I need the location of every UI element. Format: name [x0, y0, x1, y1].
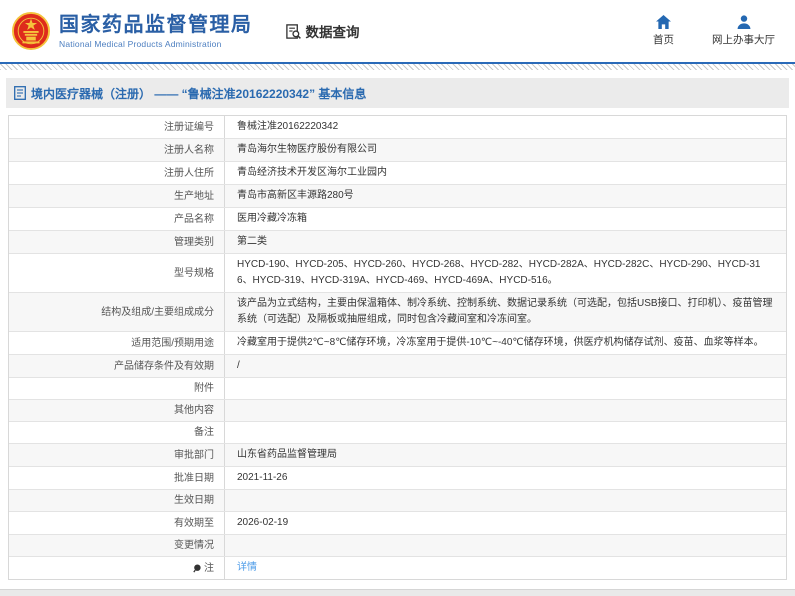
row-value: 医用冷藏冷冻箱 — [237, 213, 307, 224]
row-label: 备注 — [9, 422, 225, 443]
row-value: 第二类 — [237, 236, 267, 247]
national-emblem-icon — [12, 12, 50, 50]
site-subtitle: National Medical Products Administration — [59, 39, 222, 49]
row-label: 其他内容 — [9, 400, 225, 421]
table-row: 管理类别 第二类 — [9, 230, 786, 253]
row-value — [225, 408, 786, 414]
table-row: 注册证编号 鲁械注准20162220342 — [9, 116, 786, 138]
footer-strip — [0, 589, 795, 596]
row-label: 注册证编号 — [9, 116, 225, 138]
row-value: 冷藏室用于提供2℃~8℃储存环境，冷冻室用于提供-10℃~-40℃储存环境，供医… — [237, 337, 764, 348]
page-title: 境内医疗器械（注册） —— “鲁械注准20162220342” 基本信息 — [31, 86, 367, 101]
row-value: / — [237, 360, 240, 371]
table-row: 注册人住所 青岛经济技术开发区海尔工业园内 — [9, 161, 786, 184]
row-value — [225, 543, 786, 549]
home-label: 首页 — [653, 34, 674, 46]
row-value — [225, 386, 786, 392]
person-icon — [737, 15, 750, 29]
registration-info-table: 注册证编号 鲁械注准20162220342 注册人名称 青岛海尔生物医疗股份有限… — [8, 115, 787, 580]
details-link[interactable]: 详情 — [237, 562, 257, 573]
nav-data-query[interactable]: 数据查询 — [285, 21, 360, 41]
site-title: 国家药品监督管理局 — [59, 14, 253, 36]
table-row-note: 注 详情 — [9, 556, 786, 579]
row-value: 青岛市高新区丰源路280号 — [237, 190, 354, 201]
row-label: 生产地址 — [9, 185, 225, 207]
note-label: 注 — [204, 562, 214, 574]
row-label: 注册人名称 — [9, 139, 225, 161]
logo-text: 国家药品监督管理局 National Medical Products Admi… — [59, 13, 253, 49]
row-label: 产品储存条件及有效期 — [9, 355, 225, 377]
site-header: 国家药品监督管理局 National Medical Products Admi… — [0, 0, 795, 62]
home-link[interactable]: 首页 — [653, 15, 674, 47]
row-label: 适用范围/预期用途 — [9, 332, 225, 354]
row-value: 2026-02-19 — [237, 517, 289, 528]
table-row: 有效期至 2026-02-19 — [9, 511, 786, 534]
nmpa-logo[interactable]: 国家药品监督管理局 National Medical Products Admi… — [12, 10, 253, 52]
data-query-label: 数据查询 — [305, 25, 360, 40]
note-icon — [193, 564, 201, 572]
table-row: 生效日期 — [9, 489, 786, 511]
table-row: 备注 — [9, 421, 786, 443]
home-icon — [656, 15, 671, 29]
table-row: 批准日期 2021-11-26 — [9, 466, 786, 489]
row-value: HYCD-190、HYCD-205、HYCD-260、HYCD-268、HYCD… — [237, 259, 761, 286]
breadcrumb-bar: 境内医疗器械（注册） —— “鲁械注准20162220342” 基本信息 — [6, 78, 789, 108]
row-value — [225, 430, 786, 436]
row-label: 批准日期 — [9, 467, 225, 489]
row-value: 2021-11-26 — [237, 472, 288, 483]
row-value: 山东省药品监督管理局 — [237, 449, 337, 460]
page: 国家药品监督管理局 National Medical Products Admi… — [0, 0, 795, 596]
document-search-icon — [285, 23, 301, 39]
row-value: 青岛海尔生物医疗股份有限公司 — [237, 144, 377, 155]
table-row: 生产地址 青岛市高新区丰源路280号 — [9, 184, 786, 207]
online-hall-label: 网上办事大厅 — [712, 34, 775, 46]
row-label: 注册人住所 — [9, 162, 225, 184]
row-label: 审批部门 — [9, 444, 225, 466]
row-value: 详情 — [225, 557, 786, 579]
row-value: 鲁械注准20162220342 — [237, 121, 339, 132]
table-row: 产品名称 医用冷藏冷冻箱 — [9, 207, 786, 230]
row-label: 附件 — [9, 378, 225, 399]
table-row: 适用范围/预期用途 冷藏室用于提供2℃~8℃储存环境，冷冻室用于提供-10℃~-… — [9, 331, 786, 354]
row-label: 注 — [9, 557, 225, 579]
header-links: 首页 网上办事大厅 — [653, 15, 783, 47]
document-icon — [14, 86, 26, 100]
row-label: 生效日期 — [9, 490, 225, 511]
row-label: 产品名称 — [9, 208, 225, 230]
hatched-divider — [0, 64, 795, 70]
table-row: 结构及组成/主要组成成分 该产品为立式结构，主要由保温箱体、制冷系统、控制系统、… — [9, 292, 786, 331]
row-label: 有效期至 — [9, 512, 225, 534]
online-hall-link[interactable]: 网上办事大厅 — [712, 15, 775, 47]
row-label: 型号规格 — [9, 254, 225, 292]
table-row: 附件 — [9, 377, 786, 399]
row-label: 变更情况 — [9, 535, 225, 556]
row-value — [225, 498, 786, 504]
table-row: 变更情况 — [9, 534, 786, 556]
row-value: 青岛经济技术开发区海尔工业园内 — [237, 167, 387, 178]
row-value: 该产品为立式结构，主要由保温箱体、制冷系统、控制系统、数据记录系统（可选配，包括… — [237, 298, 773, 325]
row-label: 结构及组成/主要组成成分 — [9, 293, 225, 331]
row-label: 管理类别 — [9, 231, 225, 253]
table-row: 型号规格 HYCD-190、HYCD-205、HYCD-260、HYCD-268… — [9, 253, 786, 292]
table-row: 其他内容 — [9, 399, 786, 421]
table-row: 审批部门 山东省药品监督管理局 — [9, 443, 786, 466]
table-row: 注册人名称 青岛海尔生物医疗股份有限公司 — [9, 138, 786, 161]
table-row: 产品储存条件及有效期 / — [9, 354, 786, 377]
